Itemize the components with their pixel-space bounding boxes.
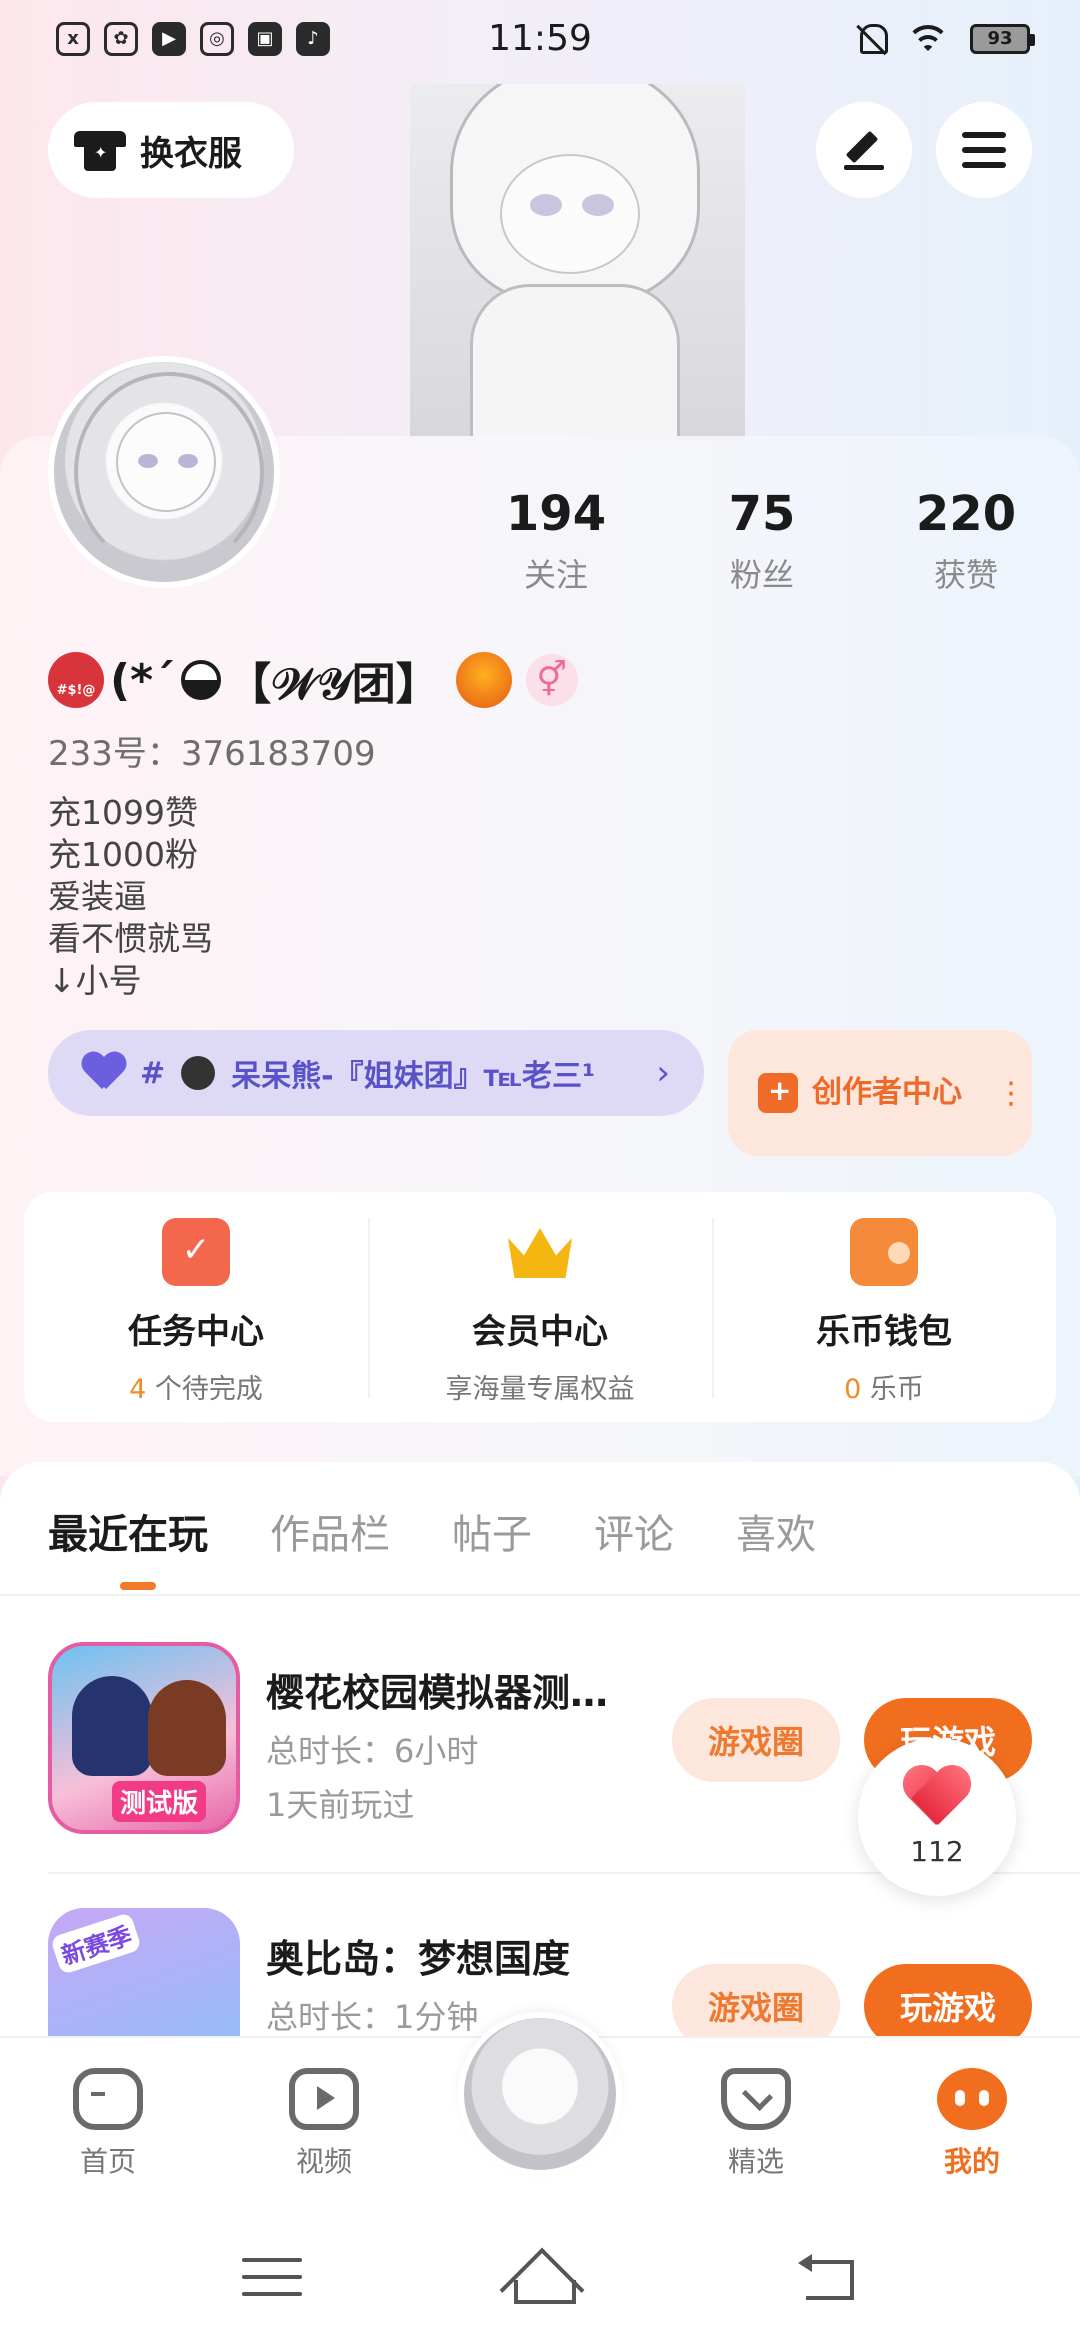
nickname-group: 【𝒲𝒴团】 [227,659,440,710]
creator-center-label: 创作者中心 [812,1075,962,1110]
heart-box-icon [721,2068,791,2130]
task-center-sub: 4 个待完成 [129,1374,263,1405]
bell-off-icon [856,22,888,56]
group-name: 呆呆熊-『姐妹团』℡老三¹ [231,1059,596,1094]
game-duration: 总时长：6小时 [266,1732,479,1770]
home-icon[interactable] [506,2250,576,2304]
stat-likes[interactable]: 220 获赞 [876,486,1056,596]
wallet-sub: 0 乐币 [844,1374,924,1405]
center-avatar-button[interactable] [458,2012,622,2176]
stat-following[interactable]: 194 关注 [466,486,646,596]
likes-label: 获赞 [933,556,998,594]
hot-face-icon [455,652,512,708]
tab-posts[interactable]: 帖子 [452,1502,532,1560]
wallet-icon [850,1218,918,1286]
game-title: 樱花校园模拟器测… [266,1671,609,1715]
angry-face-icon: #$!@ [48,652,104,708]
change-outfit-button[interactable]: ✦ 换衣服 [48,102,294,198]
nav-video[interactable]: 视频 [254,2068,394,2180]
calendar-check-icon [162,1218,230,1286]
wifi-icon [908,23,948,55]
avatar[interactable] [48,356,280,588]
back-icon[interactable] [796,2250,856,2300]
video-icon [289,2068,359,2130]
profile-tabs: 最近在玩 作品栏 帖子 评论 喜欢 [48,1502,816,1560]
bio-line: ↓小号 [48,961,142,1000]
nav-home-label: 首页 [79,2145,136,2178]
game-title: 奥比岛：梦想国度 [266,1937,571,1981]
test-version-badge: 测试版 [112,1781,207,1822]
user-id: 233号：376183709 [48,734,376,774]
menu-icon [962,132,1006,168]
bio: 充1099赞 充1000粉 爱装逼 看不惯就骂 ↓小号 [48,792,213,1002]
profile-page: x ✿ ▶ ◎ ▣ ♪ 11:59 93 ✦ 换衣服 194 关注 75 粉丝 … [0,0,1080,2340]
wallet-title: 乐币钱包 [816,1312,952,1352]
following-label: 关注 [523,556,588,594]
gamepad-icon [73,2068,143,2130]
tab-likes[interactable]: 喜欢 [736,1502,816,1560]
task-center-title: 任务中心 [128,1312,264,1352]
divider [0,1594,1080,1596]
task-center-entry[interactable]: 任务中心 4 个待完成 [24,1192,368,1422]
fans-count: 75 [728,486,796,542]
recent-apps-icon[interactable] [242,2258,302,2296]
nav-me[interactable]: 我的 [902,2068,1042,2180]
new-season-badge: 新赛季 [50,1911,142,1976]
fans-label: 粉丝 [729,556,794,594]
pen-icon [842,128,886,172]
nav-home[interactable]: 首页 [38,2068,178,2180]
wallet-entry[interactable]: 乐币钱包 0 乐币 [712,1192,1056,1422]
service-card: 任务中心 4 个待完成 会员中心 享海量专属权益 乐币钱包 0 乐币 [24,1192,1056,1422]
following-count: 194 [505,486,607,542]
game-icon[interactable]: 测试版 [48,1642,240,1834]
half-circle-icon [181,660,222,700]
edit-profile-button[interactable] [816,102,912,198]
bio-line: 看不惯就骂 [48,919,213,958]
chevron-right-icon: › [656,1053,670,1093]
nav-featured-label: 精选 [727,2145,784,2178]
bio-line: 充1099赞 [48,793,198,832]
nav-featured[interactable]: 精选 [686,2068,826,2180]
vip-center-title: 会员中心 [472,1312,608,1352]
heart-icon [902,1767,972,1829]
tab-comments[interactable]: 评论 [594,1502,674,1560]
vip-center-sub: 享海量专属权益 [445,1374,635,1405]
bio-line: 爱装逼 [48,877,147,916]
more-dots-icon: ⋮ [996,1075,1026,1111]
game-last-played: 1天前玩过 [266,1786,415,1824]
menu-button[interactable] [936,102,1032,198]
creator-center-button[interactable]: 创作者中心 ⋮ [728,1030,1032,1156]
stat-fans[interactable]: 75 粉丝 [672,486,852,596]
me-icon [937,2068,1007,2130]
system-nav-bar [0,2216,1080,2340]
change-outfit-label: 换衣服 [140,133,242,174]
shirt-icon: ✦ [74,127,126,173]
likes-count: 220 [915,486,1017,542]
tab-indicator [120,1582,156,1590]
nav-video-label: 视频 [295,2145,352,2178]
nickname: #$!@ (*´ 【𝒲𝒴团】 ⚥ [48,648,578,712]
tab-recent-played[interactable]: 最近在玩 [48,1502,208,1560]
bio-line: 充1000粉 [48,835,198,874]
game-circle-button[interactable]: 游戏圈 [672,1698,840,1782]
nickname-prefix: (*´ [110,654,176,706]
status-system-icons: 93 [856,22,1035,56]
game-duration: 总时长：1分钟 [266,1998,479,2036]
like-count: 112 [910,1834,964,1868]
like-float-button[interactable]: 112 [858,1738,1016,1896]
status-bar: x ✿ ▶ ◎ ▣ ♪ 11:59 93 [0,0,1080,84]
cover-character-image [410,84,745,440]
nav-me-label: 我的 [943,2145,1000,2178]
crown-icon [506,1218,574,1286]
battery-icon: 93 [970,24,1035,54]
creator-icon [758,1073,798,1113]
tab-works[interactable]: 作品栏 [270,1502,390,1560]
vip-center-entry[interactable]: 会员中心 享海量专属权益 [368,1192,712,1422]
heart-icon [82,1053,126,1093]
gender-icon: ⚥ [525,654,578,706]
group-hash: # [140,1055,166,1091]
group-chip[interactable]: # 呆呆熊-『姐妹团』℡老三¹ › [48,1030,704,1116]
bear-icon [181,1056,216,1090]
